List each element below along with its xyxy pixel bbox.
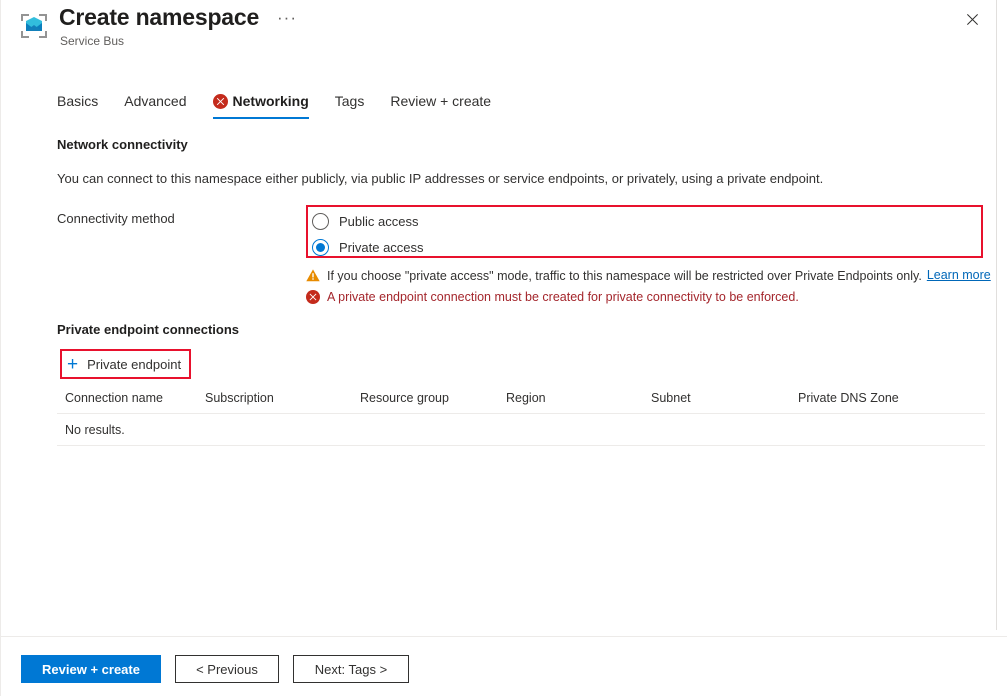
error-icon xyxy=(212,94,228,109)
tab-advanced-label: Advanced xyxy=(124,93,187,109)
service-bus-icon xyxy=(19,12,49,40)
tab-networking[interactable]: Networking xyxy=(212,93,309,119)
close-icon[interactable] xyxy=(959,6,985,32)
tab-networking-label: Networking xyxy=(232,93,309,109)
tab-basics-label: Basics xyxy=(57,93,99,109)
learn-more-link[interactable]: Learn more xyxy=(927,268,991,282)
review-create-button[interactable]: Review + create xyxy=(21,655,161,683)
column-header-connection-name[interactable]: Connection name xyxy=(57,391,205,405)
tab-basics[interactable]: Basics xyxy=(57,93,98,119)
radio-private-access-mark xyxy=(312,238,329,256)
radio-public-access[interactable]: Public access xyxy=(312,209,424,233)
private-endpoint-connections-table: Connection name Subscription Resource gr… xyxy=(57,383,985,446)
wizard-tabs: Basics Advanced Networking Tags Review +… xyxy=(57,93,517,119)
page-title: Create namespace xyxy=(59,4,260,30)
private-access-warning: If you choose "private access" mode, tra… xyxy=(306,268,991,284)
radio-private-access-label: Private access xyxy=(339,239,424,255)
private-endpoint-connections-heading: Private endpoint connections xyxy=(57,322,240,337)
add-private-endpoint-label: Private endpoint xyxy=(87,356,182,372)
blade-footer: Review + create < Previous Next: Tags > xyxy=(1,636,1007,696)
radio-public-access-label: Public access xyxy=(339,213,419,229)
tab-tags[interactable]: Tags xyxy=(335,93,365,119)
tab-advanced[interactable]: Advanced xyxy=(124,93,186,119)
network-connectivity-description: You can connect to this namespace either… xyxy=(57,171,824,186)
connectivity-method-radio-group: Public access Private access xyxy=(312,209,424,261)
tab-review-create[interactable]: Review + create xyxy=(390,93,491,119)
column-header-subscription[interactable]: Subscription xyxy=(205,391,360,405)
error-icon xyxy=(306,290,320,307)
network-connectivity-heading: Network connectivity xyxy=(57,137,188,152)
private-endpoint-required-error-text: A private endpoint connection must be cr… xyxy=(327,290,799,304)
column-header-region[interactable]: Region xyxy=(506,391,651,405)
next-tags-button[interactable]: Next: Tags > xyxy=(293,655,409,683)
radio-public-access-mark xyxy=(312,212,329,230)
tab-tags-label: Tags xyxy=(334,93,365,109)
column-header-private-dns-zone[interactable]: Private DNS Zone xyxy=(798,391,968,405)
column-header-subnet[interactable]: Subnet xyxy=(651,391,798,405)
create-namespace-blade: Create namespace ··· Service Bus Basics … xyxy=(0,0,1007,696)
private-access-warning-text: If you choose "private access" mode, tra… xyxy=(327,269,922,283)
plus-icon: + xyxy=(67,353,79,375)
more-options-icon[interactable]: ··· xyxy=(277,9,297,26)
table-empty-row: No results. xyxy=(57,414,985,446)
table-header-row: Connection name Subscription Resource gr… xyxy=(57,383,985,414)
table-empty-text: No results. xyxy=(65,422,125,437)
blade-right-border xyxy=(996,0,997,630)
radio-private-access[interactable]: Private access xyxy=(312,235,424,259)
warning-icon xyxy=(306,269,320,285)
column-header-resource-group[interactable]: Resource group xyxy=(360,391,506,405)
connectivity-method-label: Connectivity method xyxy=(57,211,175,226)
add-private-endpoint-button[interactable]: + Private endpoint xyxy=(64,353,185,375)
blade-header: Create namespace ··· Service Bus xyxy=(1,0,1007,62)
previous-button[interactable]: < Previous xyxy=(175,655,279,683)
tab-review-create-label: Review + create xyxy=(390,93,492,109)
page-subtitle: Service Bus xyxy=(60,34,125,48)
private-endpoint-required-error: A private endpoint connection must be cr… xyxy=(306,289,799,306)
